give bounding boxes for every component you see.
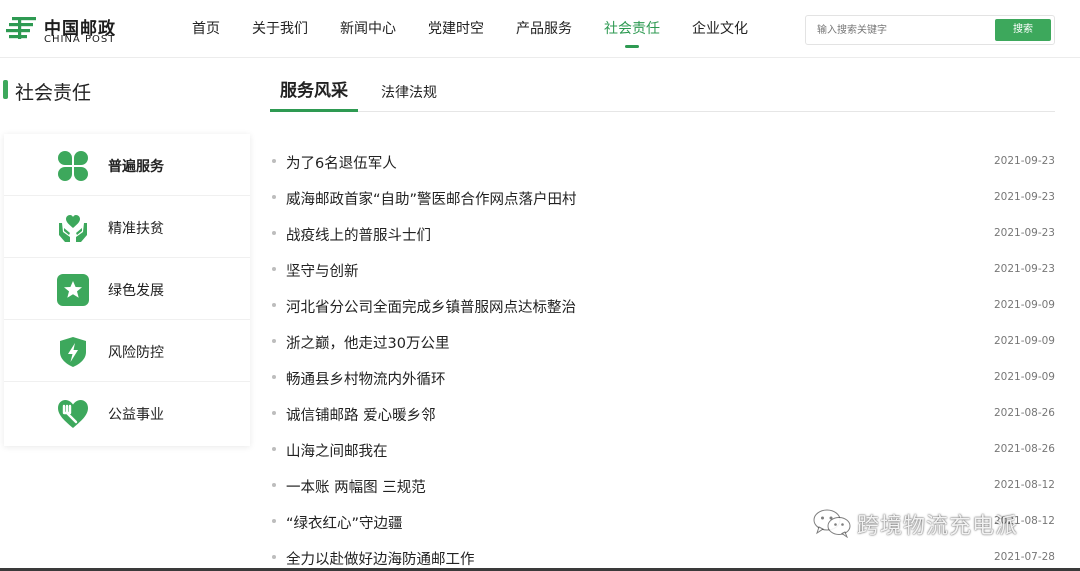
sidebar-item-poverty-alleviation[interactable]: 精准扶贫 xyxy=(4,196,250,258)
news-date: 2021-09-23 xyxy=(993,155,1055,167)
nav-item-about[interactable]: 关于我们 xyxy=(240,0,320,58)
news-date: 2021-08-12 xyxy=(993,479,1055,491)
bullet-icon xyxy=(272,231,276,235)
news-title[interactable]: 全力以赴做好边海防通邮工作 xyxy=(286,548,475,569)
sidebar-item-label: 普遍服务 xyxy=(108,159,164,175)
sidebar-menu: 普遍服务 精准扶贫 绿色发展 风险防控 公益事业 xyxy=(4,134,250,446)
content-tabs: 服务风采 法律法规 xyxy=(270,74,1055,112)
china-post-logo-icon xyxy=(6,17,36,39)
list-item[interactable]: 山海之间邮我在 2021-08-26 xyxy=(270,432,1055,468)
news-date: 2021-09-09 xyxy=(993,299,1055,311)
news-title[interactable]: “绿衣红心”守边疆 xyxy=(286,512,403,533)
nav-item-news[interactable]: 新闻中心 xyxy=(328,0,408,58)
bullet-icon xyxy=(272,339,276,343)
nav-item-culture[interactable]: 企业文化 xyxy=(680,0,760,58)
news-date: 2021-07-28 xyxy=(993,551,1055,563)
heart-fork-icon xyxy=(58,400,88,428)
news-title[interactable]: 坚守与创新 xyxy=(286,260,359,281)
sidebar-item-label: 绿色发展 xyxy=(108,283,164,299)
list-item[interactable]: 诚信铺邮路 爱心暖乡邻 2021-08-26 xyxy=(270,396,1055,432)
nav-item-social-responsibility[interactable]: 社会责任 xyxy=(592,0,672,58)
bullet-icon xyxy=(272,195,276,199)
list-item[interactable]: 全力以赴做好边海防通邮工作 2021-07-28 xyxy=(270,540,1055,571)
news-title[interactable]: 河北省分公司全面完成乡镇普服网点达标整治 xyxy=(286,296,576,317)
search-input[interactable] xyxy=(806,16,996,44)
news-title[interactable]: 山海之间邮我在 xyxy=(286,440,388,461)
search-button[interactable]: 搜索 xyxy=(995,19,1051,41)
list-item[interactable]: 威海邮政首家“自助”警医邮合作网点落户田村 2021-09-23 xyxy=(270,180,1055,216)
nav-item-party[interactable]: 党建时空 xyxy=(416,0,496,58)
watermark: 跨境物流充电派 xyxy=(812,504,1062,544)
watermark-text: 跨境物流充电派 xyxy=(857,514,1019,539)
bullet-icon xyxy=(272,483,276,487)
news-title[interactable]: 一本账 两幅图 三规范 xyxy=(286,476,426,497)
news-title[interactable]: 威海邮政首家“自助”警医邮合作网点落户田村 xyxy=(286,188,577,209)
news-date: 2021-09-23 xyxy=(993,227,1055,239)
list-item[interactable]: 坚守与创新 2021-09-23 xyxy=(270,252,1055,288)
list-item[interactable]: 河北省分公司全面完成乡镇普服网点达标整治 2021-09-09 xyxy=(270,288,1055,324)
news-date: 2021-08-26 xyxy=(993,407,1055,419)
tab-laws-regulations[interactable]: 法律法规 xyxy=(381,82,437,116)
header: 中国邮政 CHINA POST 首页 关于我们 新闻中心 党建时空 产品服务 社… xyxy=(0,0,1080,58)
star-square-icon xyxy=(57,274,89,306)
shield-bolt-icon xyxy=(60,337,86,367)
news-date: 2021-09-23 xyxy=(993,263,1055,275)
nav-item-home[interactable]: 首页 xyxy=(180,0,232,58)
news-title[interactable]: 为了6名退伍军人 xyxy=(286,152,397,173)
sidebar-item-label: 精准扶贫 xyxy=(108,221,164,237)
news-date: 2021-09-09 xyxy=(993,335,1055,347)
news-date: 2021-09-09 xyxy=(993,371,1055,383)
list-item[interactable]: 一本账 两幅图 三规范 2021-08-12 xyxy=(270,468,1055,504)
sidebar-title: 社会责任 xyxy=(15,82,92,104)
news-title[interactable]: 战疫线上的普服斗士们 xyxy=(286,224,431,245)
main-nav: 首页 关于我们 新闻中心 党建时空 产品服务 社会责任 企业文化 xyxy=(180,0,768,58)
bullet-icon xyxy=(272,159,276,163)
search-box: 搜索 xyxy=(805,15,1055,45)
news-title[interactable]: 诚信铺邮路 爱心暖乡邻 xyxy=(286,404,436,425)
sidebar-item-risk-control[interactable]: 风险防控 xyxy=(4,320,250,382)
list-item[interactable]: 战疫线上的普服斗士们 2021-09-23 xyxy=(270,216,1055,252)
nav-item-products[interactable]: 产品服务 xyxy=(504,0,584,58)
sidebar-item-universal-service[interactable]: 普遍服务 xyxy=(4,134,250,196)
sidebar-item-label: 公益事业 xyxy=(108,407,164,423)
bullet-icon xyxy=(272,519,276,523)
logo-text-en: CHINA POST xyxy=(44,34,116,45)
news-title[interactable]: 浙之巅，他走过30万公里 xyxy=(286,332,449,353)
sidebar-title-accent xyxy=(3,80,8,99)
china-post-logo[interactable]: 中国邮政 CHINA POST xyxy=(6,12,126,48)
bullet-icon xyxy=(272,447,276,451)
sidebar-item-green-development[interactable]: 绿色发展 xyxy=(4,258,250,320)
hands-heart-icon xyxy=(59,215,87,242)
sidebar-item-public-welfare[interactable]: 公益事业 xyxy=(4,382,250,444)
news-title[interactable]: 畅通县乡村物流内外循环 xyxy=(286,368,446,389)
news-date: 2021-08-26 xyxy=(993,443,1055,455)
clover-icon xyxy=(58,151,88,181)
bullet-icon xyxy=(272,267,276,271)
tab-service-style[interactable]: 服务风采 xyxy=(270,76,358,112)
bullet-icon xyxy=(272,375,276,379)
sidebar-item-label: 风险防控 xyxy=(108,345,164,361)
list-item[interactable]: 畅通县乡村物流内外循环 2021-09-09 xyxy=(270,360,1055,396)
bullet-icon xyxy=(272,303,276,307)
list-item[interactable]: 为了6名退伍军人 2021-09-23 xyxy=(270,144,1055,180)
bullet-icon xyxy=(272,411,276,415)
bullet-icon xyxy=(272,555,276,559)
news-date: 2021-09-23 xyxy=(993,191,1055,203)
list-item[interactable]: 浙之巅，他走过30万公里 2021-09-09 xyxy=(270,324,1055,360)
wechat-icon xyxy=(813,509,851,538)
